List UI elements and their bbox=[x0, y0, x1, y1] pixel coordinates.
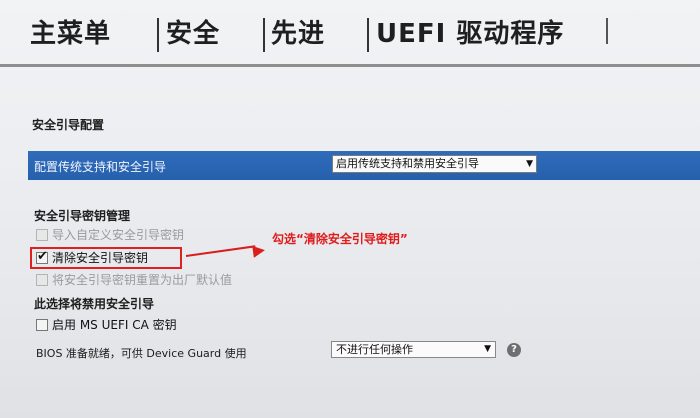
tab-uefi-drivers[interactable]: UEFI 驱动程序 bbox=[376, 14, 564, 54]
arrow-right-icon bbox=[252, 244, 266, 258]
ms-uefi-ca-checkbox[interactable] bbox=[36, 319, 48, 331]
annotation-arrow bbox=[185, 245, 256, 257]
device-guard-select[interactable]: 不进行任何操作 ▼ bbox=[331, 341, 496, 358]
reset-keys-label: 将安全引导密钥重置为出厂默认值 bbox=[52, 273, 233, 287]
legacy-secure-boot-select[interactable]: 启用传统支持和禁用安全引导 ▼ bbox=[332, 155, 537, 173]
ms-uefi-ca-label: 启用 MS UEFI CA 密钥 bbox=[52, 318, 177, 332]
tab-security[interactable]: 安全 bbox=[166, 14, 220, 54]
tab-divider bbox=[367, 18, 369, 52]
tab-advanced[interactable]: 先进 bbox=[271, 14, 325, 54]
annotation-text: 勾选“清除安全引导密钥” bbox=[272, 232, 408, 246]
tab-main-menu[interactable]: 主菜单 bbox=[30, 14, 111, 54]
device-guard-label: BIOS 准备就绪，可供 Device Guard 使用 bbox=[36, 347, 247, 360]
tab-bar-underline bbox=[0, 64, 700, 67]
tab-divider bbox=[157, 18, 159, 52]
main-tab-bar: 主菜单 安全 先进 UEFI 驱动程序 bbox=[0, 14, 700, 54]
key-management-title: 安全引导密钥管理 bbox=[34, 209, 131, 223]
device-guard-value: 不进行任何操作 bbox=[336, 343, 413, 356]
annotation-highlight-box bbox=[30, 247, 182, 269]
import-custom-keys-checkbox[interactable] bbox=[36, 229, 48, 241]
chevron-down-icon: ▼ bbox=[526, 159, 533, 169]
secure-boot-config-title: 安全引导配置 bbox=[32, 118, 105, 132]
tab-divider bbox=[263, 18, 265, 52]
legacy-secure-boot-value: 启用传统支持和禁用安全引导 bbox=[336, 157, 479, 170]
tab-divider bbox=[606, 18, 608, 44]
legacy-secure-boot-label: 配置传统支持和安全引导 bbox=[34, 160, 167, 174]
help-icon[interactable]: ? bbox=[507, 343, 521, 357]
import-custom-keys-label: 导入自定义安全引导密钥 bbox=[52, 228, 185, 242]
disable-secure-boot-title: 此选择将禁用安全引导 bbox=[34, 297, 155, 311]
reset-keys-checkbox[interactable] bbox=[36, 274, 48, 286]
chevron-down-icon: ▼ bbox=[484, 344, 491, 354]
